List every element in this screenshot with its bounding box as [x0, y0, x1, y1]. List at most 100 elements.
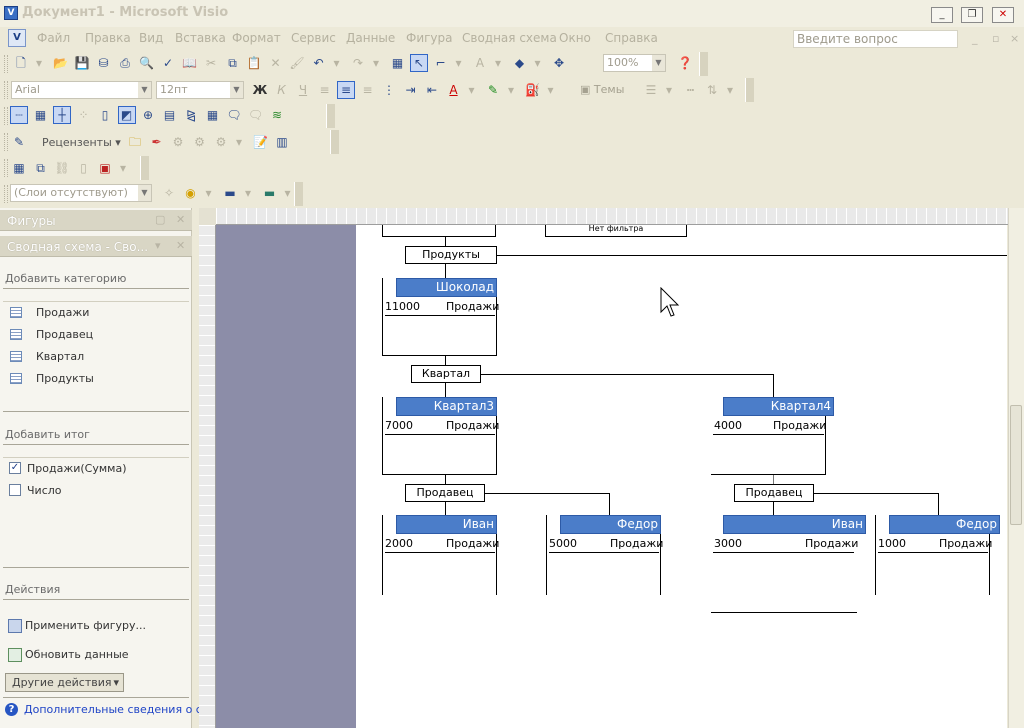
total-checkbox-count[interactable]: [9, 484, 21, 496]
menu-help[interactable]: Справка: [605, 31, 658, 45]
font-size-combo[interactable]: 12пт ▼: [156, 81, 244, 99]
previous-markup-icon[interactable]: ⚙: [169, 133, 187, 151]
paste-icon[interactable]: 📋: [245, 54, 263, 72]
accept-dropdown-icon[interactable]: ▾: [230, 133, 248, 151]
line-color-icon[interactable]: ✎: [484, 81, 502, 99]
reviewing-pane-icon[interactable]: ▥: [273, 133, 291, 151]
total-label[interactable]: Число: [27, 484, 62, 497]
category-item[interactable]: Продажи: [36, 306, 89, 319]
toolbar-grip[interactable]: [4, 185, 8, 203]
category-shape-seller[interactable]: Продавец: [405, 484, 485, 502]
filter-box[interactable]: Нет фильтра: [545, 225, 687, 237]
layout-icon[interactable]: ◩: [117, 106, 136, 124]
macros-icon[interactable]: ▣: [96, 159, 114, 177]
menu-shape[interactable]: Фигура: [406, 31, 453, 45]
grid-icon[interactable]: ▦: [32, 106, 50, 124]
menu-format[interactable]: Формат: [232, 31, 281, 45]
close-button[interactable]: ✕: [992, 7, 1014, 23]
shape-style-dropdown-icon[interactable]: ▾: [200, 184, 218, 202]
toolbar-options-icon[interactable]: [140, 156, 149, 180]
chevron-down-icon[interactable]: ▼: [138, 185, 151, 201]
doc-restore-button[interactable]: ▫: [992, 32, 999, 45]
pan-icon[interactable]: ▤: [161, 106, 179, 124]
custom-properties-icon[interactable]: ▦: [204, 106, 222, 124]
font-combo[interactable]: Arial ▼: [11, 81, 152, 99]
menu-data[interactable]: Данные: [346, 31, 395, 45]
doc-minimize-button[interactable]: _: [972, 32, 978, 45]
format-painter-icon[interactable]: 🖌: [288, 54, 306, 72]
toolbar-options-icon[interactable]: [326, 104, 335, 128]
menu-window[interactable]: Окно: [559, 31, 591, 45]
new-icon[interactable]: 🗋: [12, 54, 30, 72]
page-view-icon[interactable]: ▯: [96, 106, 114, 124]
shape-style-icon[interactable]: ◉: [182, 184, 200, 202]
reviewers-button[interactable]: Рецензенты: [42, 136, 112, 149]
chevron-down-icon[interactable]: ▼: [230, 82, 243, 98]
macros-dropdown-icon[interactable]: ▾: [114, 159, 132, 177]
open-icon[interactable]: 📂: [52, 54, 70, 72]
themes-icon[interactable]: ▣: [580, 83, 590, 96]
apply-shape-link[interactable]: Применить фигуру...: [25, 619, 146, 632]
line-color-dropdown-icon[interactable]: ▾: [502, 81, 520, 99]
line-pattern-icon[interactable]: ┅: [682, 81, 700, 99]
pointer-tool-icon[interactable]: ↖: [410, 54, 428, 72]
print-icon[interactable]: ⎙: [116, 54, 134, 72]
pivot-node-q4-fedor[interactable]: Федор 1000 Продажи: [875, 515, 1000, 595]
layers-icon[interactable]: ≋: [268, 106, 286, 124]
visio-app-icon[interactable]: V: [4, 6, 18, 20]
spelling-icon[interactable]: ✓: [159, 54, 177, 72]
print-preview-icon[interactable]: 🔍: [138, 54, 156, 72]
zoom-combo[interactable]: 100% ▼: [603, 54, 666, 72]
bullets-icon[interactable]: ⋮: [380, 81, 398, 99]
ink-icon[interactable]: ✒: [148, 133, 166, 151]
menu-edit[interactable]: Правка: [85, 31, 131, 45]
maximize-button[interactable]: ❐: [961, 7, 983, 23]
close-icon[interactable]: ✕: [176, 239, 185, 252]
text-tool-icon[interactable]: A: [471, 54, 489, 72]
chevron-down-icon[interactable]: ▼: [652, 55, 665, 71]
pivot-node-quarter3[interactable]: Квартал3 7000 Продажи: [382, 397, 499, 475]
toolbar-grip[interactable]: [4, 107, 8, 125]
guides-icon[interactable]: ┼: [53, 106, 71, 124]
fill-color-dropdown-icon[interactable]: ▾: [542, 81, 560, 99]
pivot-node-quarter4[interactable]: Квартал4 4000 Продажи: [711, 397, 834, 475]
line-weight-icon[interactable]: ☰: [642, 81, 660, 99]
page-breaks-icon[interactable]: ┈: [10, 106, 28, 124]
toolbar-grip[interactable]: [4, 133, 8, 151]
fill-dropdown-icon[interactable]: ▾: [529, 54, 547, 72]
pivot-node-q3-fedor[interactable]: Федор 5000 Продажи: [546, 515, 663, 595]
shapes-window-header[interactable]: Фигуры ▢ ✕: [0, 210, 192, 231]
layers-combo[interactable]: (Слои отсутствуют) ▼: [10, 184, 152, 202]
horizontal-ruler[interactable]: [216, 208, 1008, 225]
themes-label[interactable]: Темы: [594, 83, 624, 96]
toolbar-grip[interactable]: [4, 81, 8, 99]
decrease-indent-icon[interactable]: ⇤: [423, 81, 441, 99]
edit-comment-icon[interactable]: 📝: [252, 133, 270, 151]
line-weight-dropdown-icon[interactable]: ▾: [660, 81, 678, 99]
refresh-data-link[interactable]: Обновить данные: [25, 648, 129, 661]
delete-icon[interactable]: ✕: [267, 54, 285, 72]
pan-zoom-icon[interactable]: ✥: [550, 54, 568, 72]
category-item[interactable]: Продавец: [36, 328, 93, 341]
other-actions-button[interactable]: Другие действия ▾: [5, 673, 124, 692]
total-label[interactable]: Продажи(Сумма): [27, 462, 127, 475]
zoom-view-icon[interactable]: ⊕: [139, 106, 157, 124]
vertical-ruler[interactable]: [199, 225, 216, 728]
size-position-icon[interactable]: ⧎: [182, 106, 200, 124]
font-color-icon[interactable]: A: [445, 81, 463, 99]
menu-insert[interactable]: Вставка: [175, 31, 226, 45]
connection-points-icon[interactable]: ⁘: [75, 106, 93, 124]
properties-icon[interactable]: ▦: [10, 159, 28, 177]
markup-icon[interactable]: ✎: [10, 133, 28, 151]
help-search-input[interactable]: Введите вопрос: [793, 30, 958, 48]
more-info-link[interactable]: Дополнительные сведения о сво: [24, 703, 215, 716]
align-right-icon[interactable]: ≡: [359, 81, 377, 99]
undo-dropdown-icon[interactable]: ▾: [328, 54, 346, 72]
text-dropdown-icon[interactable]: ▾: [489, 54, 507, 72]
underline-icon[interactable]: Ч: [294, 81, 312, 99]
toolbar-options-icon[interactable]: [699, 52, 708, 76]
category-item[interactable]: Продукты: [36, 372, 94, 385]
toolbar-grip[interactable]: [4, 55, 8, 73]
research-icon[interactable]: 📖: [181, 54, 199, 72]
close-icon[interactable]: ✕: [176, 213, 185, 226]
